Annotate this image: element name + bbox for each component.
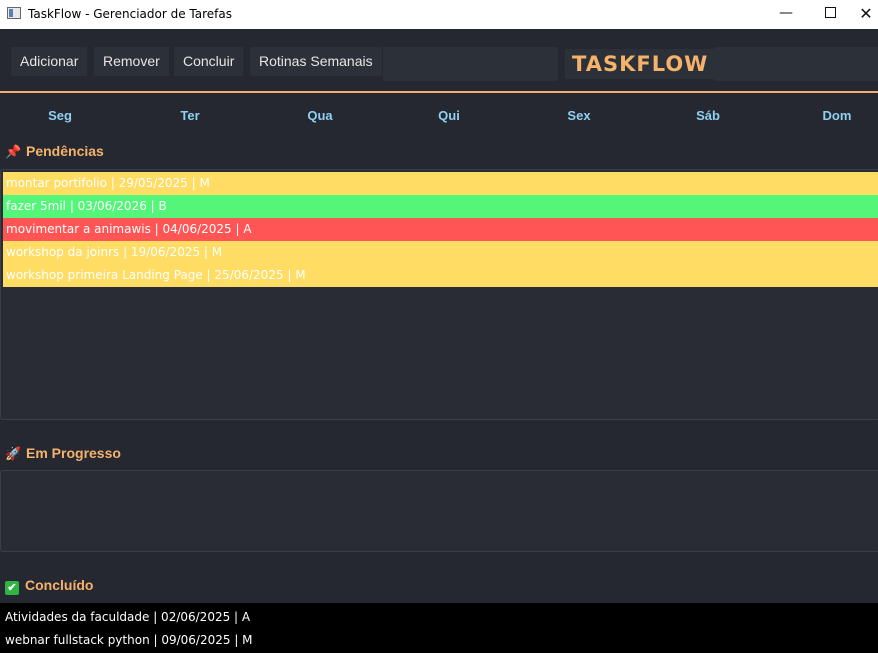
check-icon: ✔ (5, 581, 19, 595)
done-title: Concluído (25, 577, 94, 593)
task-item[interactable]: movimentar a animawis | 04/06/2025 | A (3, 218, 878, 241)
day-sat[interactable]: Sáb (678, 108, 738, 123)
done-task-list: Atividades da faculdade | 02/06/2025 | A… (2, 606, 878, 652)
toolbar: Adicionar Remover Concluir Rotinas Seman… (0, 29, 878, 93)
day-thu[interactable]: Qui (419, 108, 479, 123)
done-heading: ✔ Concluído (5, 577, 93, 595)
pending-title: Pendências (26, 143, 104, 159)
day-sun[interactable]: Dom (807, 108, 867, 123)
task-item[interactable]: workshop primeira Landing Page | 25/06/2… (3, 264, 878, 287)
pending-task-list: montar portifolio | 29/05/2025 | Mfazer … (3, 172, 878, 287)
day-mon[interactable]: Seg (30, 108, 90, 123)
window-title: TaskFlow - Gerenciador de Tarefas (28, 7, 232, 21)
toolbar-spacer-right (714, 47, 878, 81)
pushpin-icon: 📌 (5, 144, 22, 159)
day-fri[interactable]: Sex (549, 108, 609, 123)
weekday-bar: Seg Ter Qua Qui Sex Sáb Dom (0, 102, 878, 130)
toolbar-spacer (383, 47, 558, 81)
task-item[interactable]: webnar fullstack python | 09/06/2025 | M (2, 629, 878, 652)
app-icon (7, 7, 21, 19)
brand-logo: TASKFLOW (565, 49, 716, 79)
task-item[interactable]: fazer 5mil | 03/06/2026 | B (3, 195, 878, 218)
task-item[interactable]: Atividades da faculdade | 02/06/2025 | A (2, 606, 878, 629)
in-progress-list[interactable] (0, 470, 878, 552)
weekly-routines-button[interactable]: Rotinas Semanais (250, 47, 382, 76)
day-tue[interactable]: Ter (160, 108, 220, 123)
maximize-icon (824, 6, 836, 18)
in-progress-title: Em Progresso (26, 445, 121, 461)
window-titlebar: TaskFlow - Gerenciador de Tarefas — ✕ (0, 0, 878, 29)
in-progress-heading: 🚀 Em Progresso (5, 445, 121, 462)
task-item[interactable]: montar portifolio | 29/05/2025 | M (3, 172, 878, 195)
rocket-icon: 🚀 (5, 446, 22, 461)
done-list[interactable]: Atividades da faculdade | 02/06/2025 | A… (0, 603, 878, 653)
day-wed[interactable]: Qua (290, 108, 350, 123)
pending-list[interactable]: montar portifolio | 29/05/2025 | Mfazer … (0, 169, 878, 420)
close-button[interactable]: ✕ (844, 0, 878, 29)
pending-heading: 📌 Pendências (5, 143, 104, 160)
minimize-button[interactable]: — (764, 0, 808, 29)
task-item[interactable]: workshop da joinrs | 19/06/2025 | M (3, 241, 878, 264)
remove-button[interactable]: Remover (94, 47, 169, 76)
add-button[interactable]: Adicionar (11, 47, 88, 76)
complete-button[interactable]: Concluir (174, 47, 244, 76)
